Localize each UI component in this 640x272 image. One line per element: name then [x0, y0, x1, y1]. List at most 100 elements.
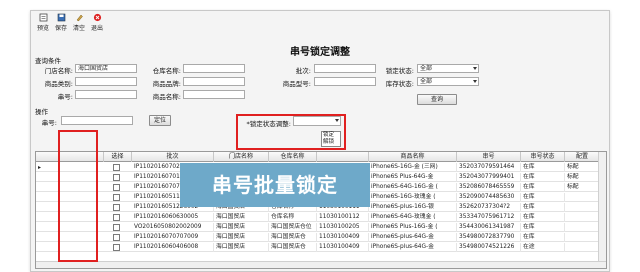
col-serial[interactable]: 串号 — [457, 152, 521, 162]
cell-name: iPhone6S-plus-64G-金 — [369, 243, 457, 252]
query-section-label: 查询条件 — [35, 57, 61, 65]
cell-config: 标配 — [565, 163, 600, 172]
col-product-name[interactable]: 商品名称 — [369, 152, 457, 162]
grid-header: 选择 批次 门店名称 仓库名称 商品名称 串号 串号状态 配置 — [36, 152, 606, 162]
cell-batch: IP1102016060630005 — [132, 213, 214, 222]
cell-code: 11030100205 — [317, 223, 369, 232]
row-select-checkbox[interactable] — [113, 244, 120, 251]
batch-input[interactable] — [314, 64, 376, 73]
warehouse-name-input[interactable] — [183, 64, 245, 73]
serial-input[interactable] — [75, 90, 137, 99]
cell-name: iPhone6S-plus-64G-金 — [369, 233, 457, 242]
exit-label: 退出 — [90, 25, 103, 32]
cell-serial: 352043077999401 — [457, 173, 521, 182]
col-serial-status[interactable]: 串号状态 — [521, 152, 565, 162]
exit-icon — [93, 13, 101, 22]
cell-store: 海口国贸店 — [214, 223, 269, 232]
row-select-checkbox[interactable] — [113, 234, 120, 241]
brand-label: 商品品牌: — [152, 80, 181, 88]
cell-config: 标配 — [565, 183, 600, 192]
clear-label: 清空 — [72, 25, 85, 32]
lock-status-value: 全部 — [420, 65, 433, 72]
col-config[interactable]: 配置 — [565, 152, 600, 162]
row-select-checkbox[interactable] — [113, 194, 120, 201]
row-select-checkbox[interactable] — [113, 174, 120, 181]
cell-name: iPhone6S-16G-金 (三网) — [369, 163, 457, 172]
cell-serial: 354430061341987 — [457, 223, 521, 232]
locate-button[interactable]: 定位 — [149, 115, 171, 126]
brand-input[interactable] — [183, 77, 245, 86]
stock-status-select[interactable]: 全部 — [417, 77, 479, 86]
preview-icon — [39, 13, 47, 22]
cell-status: 在库 — [521, 163, 565, 172]
cell-status: 在库 — [521, 183, 565, 192]
warehouse-name-label: 仓库名称: — [152, 67, 181, 75]
exit-button[interactable]: 退出 — [89, 13, 105, 39]
cell-warehouse: 海口国贸店仓位 — [269, 223, 317, 232]
row-select-checkbox[interactable] — [113, 184, 120, 191]
category-label: 商品类别: — [44, 80, 73, 88]
horizontal-scrollbar[interactable] — [36, 261, 606, 268]
product-name-input[interactable] — [183, 90, 245, 99]
cell-code: 11030100409 — [317, 243, 369, 252]
category-input[interactable] — [75, 77, 137, 86]
cell-batch: IP1102016060406008 — [132, 243, 214, 252]
stock-status-value: 全部 — [420, 78, 433, 85]
select-column-highlight — [58, 130, 98, 262]
serial-label: 串号: — [57, 93, 73, 101]
row-select-checkbox[interactable] — [113, 164, 120, 171]
store-name-input[interactable]: 海口国贸店 — [75, 64, 137, 73]
cell-serial: 352037079591464 — [457, 163, 521, 172]
cell-store: 海口国贸店 — [214, 233, 269, 242]
op-serial-label: 串号: — [41, 119, 57, 127]
save-icon — [57, 13, 65, 22]
cell-warehouse: 海口国贸店仓 — [269, 243, 317, 252]
cell-serial: 353347075961712 — [457, 213, 521, 222]
cell-config — [565, 223, 600, 232]
col-warehouse[interactable]: 仓库名称 — [269, 152, 317, 162]
cell-serial: 352620737304?2 — [457, 203, 521, 212]
cell-serial: 354980074521226 — [457, 243, 521, 252]
col-batch[interactable]: 批次 — [132, 152, 214, 162]
preview-button[interactable]: 预览 — [35, 13, 51, 39]
cell-name: iPhone6S-16G-玫瑰金 ( — [369, 193, 457, 202]
stock-status-label: 库存状态: — [385, 80, 414, 88]
row-select-checkbox[interactable] — [113, 224, 120, 231]
row-select-checkbox[interactable] — [113, 214, 120, 221]
operation-section-label: 操作 — [35, 108, 48, 116]
row-select-checkbox[interactable] — [113, 204, 120, 211]
cell-status: 在库 — [521, 203, 565, 212]
model-input[interactable] — [314, 77, 376, 86]
chevron-down-icon — [473, 67, 477, 70]
cell-name: iPhone6S Plus-16G-金 ( — [369, 223, 457, 232]
cell-config: 标配 — [565, 173, 600, 182]
toolbar: 预览 保存 清空 退出 — [35, 13, 105, 39]
page-title: 串号锁定调整 — [290, 47, 350, 58]
clear-button[interactable]: 清空 — [71, 13, 87, 39]
cell-warehouse: 仓库名称 — [269, 213, 317, 222]
cell-status: 在库 — [521, 193, 565, 202]
table-row[interactable]: IP1102016060406008 海口国贸店 海口国贸店仓 11030100409… — [36, 243, 606, 252]
batch-label: 批次: — [295, 67, 311, 75]
banner-caption: 串号批量锁定 — [180, 163, 370, 207]
table-row[interactable]: VO2016050802002009 海口国贸店 海口国贸店仓位 1103010020… — [36, 223, 606, 232]
cell-config — [565, 213, 600, 222]
cell-serial: 352086078465559 — [457, 183, 521, 192]
col-store[interactable]: 门店名称 — [214, 152, 269, 162]
lock-adjust-highlight — [236, 114, 346, 150]
vertical-scrollbar[interactable] — [598, 152, 606, 268]
product-name-label: 商品名称: — [152, 93, 181, 101]
query-button[interactable]: 查询 — [417, 94, 457, 105]
save-button[interactable]: 保存 — [53, 13, 69, 39]
cell-status: 在途 — [521, 243, 565, 252]
op-serial-input[interactable] — [61, 116, 133, 125]
cell-batch: IP1102016070707009 — [132, 233, 214, 242]
cell-status: 在库 — [521, 213, 565, 222]
cell-config — [565, 203, 600, 212]
table-row[interactable]: IP1102016060630005 海口国贸店 仓库名称 11030100112 iP… — [36, 213, 606, 222]
col-select[interactable]: 选择 — [104, 152, 132, 162]
model-label: 商品型号: — [282, 80, 311, 88]
col-code[interactable] — [317, 152, 369, 162]
table-row[interactable]: IP1102016070707009 海口国贸店 海口国贸店仓 11030100409… — [36, 233, 606, 242]
lock-status-select[interactable]: 全部 — [417, 64, 479, 73]
